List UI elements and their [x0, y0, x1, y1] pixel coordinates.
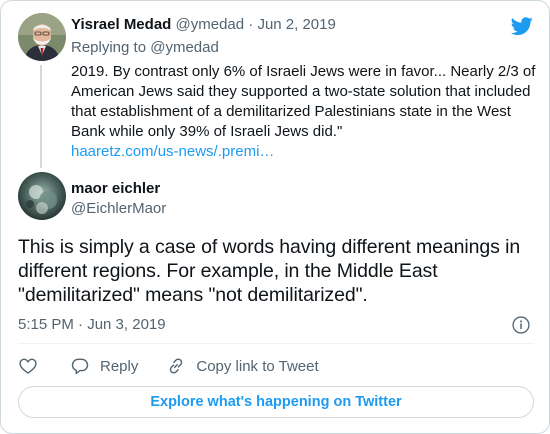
- avatar-image: [18, 172, 66, 220]
- parent-author-handle[interactable]: @ymedad: [176, 16, 245, 33]
- tweet-actions-bar: Reply Copy link to Tweet: [18, 355, 319, 377]
- avatar-image: [18, 13, 66, 61]
- twitter-bird-icon[interactable]: [510, 15, 534, 37]
- reply-label: Reply: [100, 357, 139, 375]
- main-tweet-timestamp[interactable]: 5:15 PM · Jun 3, 2019: [18, 315, 166, 335]
- replying-to-line: Replying to @ymedad: [71, 38, 219, 58]
- copy-link-button[interactable]: Copy link to Tweet: [166, 356, 319, 376]
- parent-tweet-date[interactable]: Jun 2, 2019: [257, 16, 335, 33]
- replying-to-handle[interactable]: @ymedad: [150, 39, 219, 56]
- avatar-yisrael-medad[interactable]: [18, 13, 66, 61]
- parent-author-name[interactable]: Yisrael Medad: [71, 16, 171, 33]
- thread-connector-line: [40, 65, 42, 168]
- copy-link-label: Copy link to Tweet: [196, 357, 319, 375]
- main-author-handle[interactable]: @EichlerMaor: [71, 199, 166, 219]
- avatar-maor-eichler[interactable]: [18, 172, 66, 220]
- explore-twitter-button[interactable]: Explore what's happening on Twitter: [18, 386, 534, 418]
- parent-tweet-link[interactable]: haaretz.com/us-news/.premi…: [71, 142, 539, 162]
- replying-to-prefix: Replying to: [71, 39, 147, 56]
- like-button[interactable]: [18, 356, 38, 376]
- header-separator: ·: [248, 16, 254, 33]
- info-icon[interactable]: [511, 315, 531, 335]
- parent-tweet-text: 2019. By contrast only 6% of Israeli Jew…: [71, 63, 536, 140]
- divider: [18, 343, 534, 344]
- parent-tweet-header: Yisrael Medad @ymedad · Jun 2, 2019: [71, 15, 336, 35]
- heart-icon: [19, 358, 37, 374]
- reply-button[interactable]: Reply: [70, 356, 138, 376]
- main-tweet-text: This is simply a case of words having di…: [18, 236, 521, 306]
- main-author-name[interactable]: maor eichler: [71, 179, 160, 199]
- parent-tweet-body: 2019. By contrast only 6% of Israeli Jew…: [71, 62, 539, 162]
- embedded-tweet-card: Yisrael Medad @ymedad · Jun 2, 2019 Repl…: [0, 0, 550, 434]
- speech-bubble-icon: [71, 358, 89, 375]
- link-icon: [170, 358, 183, 374]
